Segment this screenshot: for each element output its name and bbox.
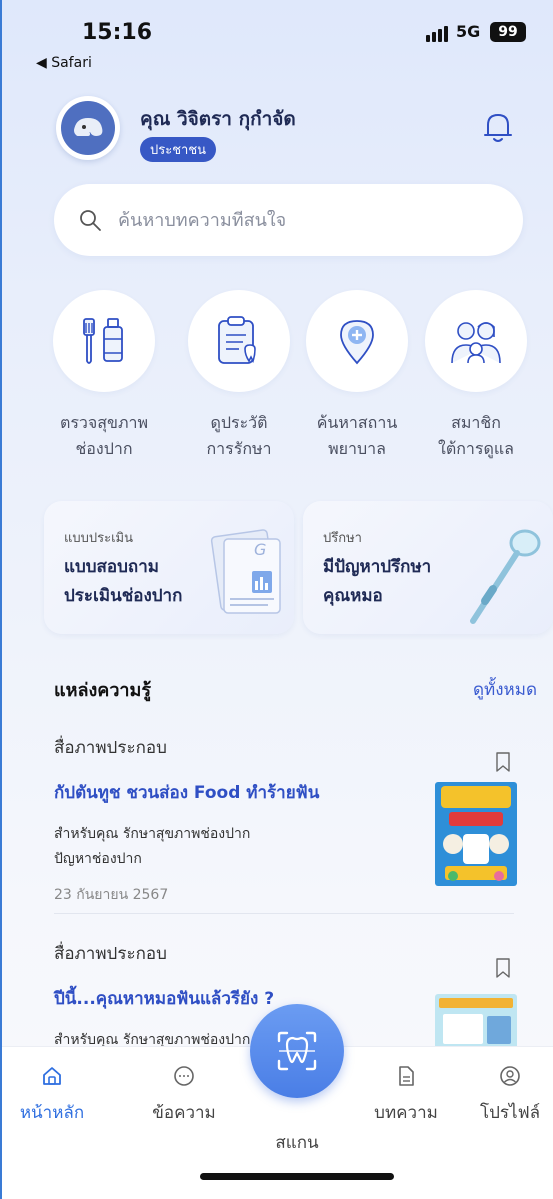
article-type: สื่อภาพประกอบ (54, 738, 167, 758)
nav-label: ข้อความ (152, 1103, 216, 1123)
search-input[interactable] (118, 209, 478, 231)
notification-bell-icon[interactable] (482, 110, 514, 144)
article-item[interactable]: สื่อภาพประกอบ กัปตันทูช ชวนส่อง Food ทำร… (54, 734, 517, 906)
clipboard-icon (218, 316, 256, 364)
article-icon (399, 1066, 414, 1086)
nav-scan-label-wrap[interactable]: สแกน (247, 1117, 347, 1156)
article-tags: สำหรับคุณ รักษาสุขภาพช่องปาก ปัญหาช่องปา… (54, 826, 251, 868)
back-to-safari-link[interactable]: ◀ Safari (36, 55, 92, 71)
app-screen: 15:16 ◀ Safari 5G 99 คุณ วิจิตรา กุกำจัด… (0, 0, 553, 1199)
quick-action-circle (306, 290, 408, 392)
quick-action-label: ตรวจสุขภาพ ช่องปาก (59, 413, 149, 458)
nav-label: โปรไฟล์ (479, 1103, 541, 1123)
document-chart-icon: G (210, 529, 281, 614)
nav-home[interactable]: หน้าหลัก (2, 1065, 102, 1126)
tooth-scan-icon (277, 1031, 317, 1071)
user-role-badge: ประชาชน (140, 137, 217, 162)
article-divider (54, 913, 514, 914)
nav-messages[interactable]: ข้อความ (134, 1065, 234, 1126)
svg-text:G: G (254, 540, 266, 559)
location-pin-icon (340, 320, 374, 365)
home-indicator (200, 1173, 394, 1180)
card-tag: แบบประเมิน (64, 531, 133, 546)
card-oral-assessment[interactable]: แบบประเมิน แบบสอบถาม ประเมินช่องปาก G (44, 501, 294, 634)
family-icon (451, 322, 501, 364)
knowledge-section-title: แหล่งความรู้ (54, 680, 152, 701)
search-bar[interactable] (54, 184, 523, 256)
scan-button[interactable] (250, 1004, 344, 1098)
article-thumbnail (435, 782, 517, 886)
search-icon (80, 210, 101, 231)
bookmark-icon[interactable] (495, 752, 511, 772)
status-bar: 15:16 ◀ Safari 5G 99 (2, 0, 553, 78)
card-consult-doctor[interactable]: ปรึกษา มีปัญหาปรึกษา คุณหมอ (303, 501, 553, 634)
nav-label: หน้าหลัก (19, 1103, 85, 1123)
bookmark-icon[interactable] (495, 958, 511, 978)
quick-action-label: สมาชิก ใต้การดูแล (438, 413, 514, 458)
chat-icon (174, 1066, 194, 1086)
battery-indicator: 99 (490, 22, 526, 42)
tooth-mascot-icon (61, 101, 115, 155)
quick-action-treatment-history[interactable]: ดูประวัติ การรักษา (183, 290, 295, 461)
toothbrush-icon (83, 318, 123, 364)
cellular-signal-icon (426, 26, 448, 42)
user-name: คุณ วิจิตรา กุกำจัด (140, 108, 296, 130)
nav-profile[interactable]: โปรไฟล์ (460, 1065, 553, 1126)
see-all-link[interactable]: ดูทั้งหมด (473, 676, 537, 703)
network-type: 5G (456, 22, 481, 41)
quick-action-members[interactable]: สมาชิก ใต้การดูแล (420, 290, 532, 461)
article-type: สื่อภาพประกอบ (54, 944, 167, 964)
nav-articles[interactable]: บทความ (356, 1065, 456, 1126)
article-thumbnail (435, 994, 517, 1050)
nav-label: สแกน (275, 1133, 319, 1153)
quick-action-circle (188, 290, 290, 392)
home-icon (43, 1067, 61, 1085)
quick-action-circle (425, 290, 527, 392)
profile-icon (500, 1066, 520, 1086)
quick-action-find-hospital[interactable]: ค้นหาสถาน พยาบาล (301, 290, 413, 461)
quick-action-label: ค้นหาสถาน พยาบาล (316, 413, 398, 458)
quick-action-circle (53, 290, 155, 392)
status-time: 15:16 (82, 20, 153, 45)
card-tag: ปรึกษา (323, 531, 362, 546)
quick-action-oral-checkup[interactable]: ตรวจสุขภาพ ช่องปาก (48, 290, 160, 461)
article-date: 23 กันยายน 2567 (54, 887, 169, 904)
dental-mirror-icon (470, 529, 541, 624)
avatar[interactable] (56, 96, 120, 160)
nav-label: บทความ (374, 1103, 438, 1123)
quick-action-label: ดูประวัติ การรักษา (206, 413, 272, 458)
